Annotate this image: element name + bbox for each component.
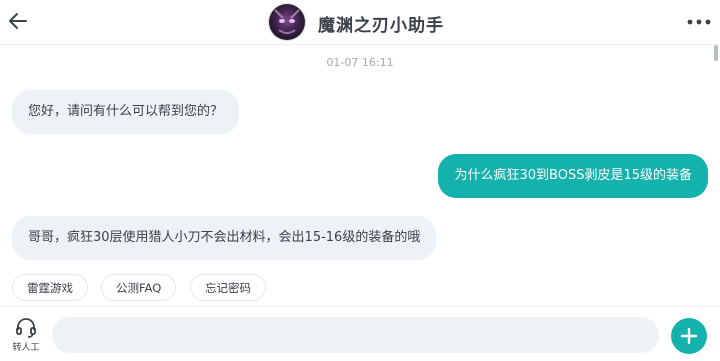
message-input[interactable]	[52, 317, 659, 353]
chat-area[interactable]: 01-07 16:11 您好，请问有什么可以帮到您的？ 为什么疯狂30到BOSS…	[0, 45, 720, 305]
avatar	[269, 4, 305, 40]
quick-reply-chip[interactable]: 雷霆游戏	[12, 274, 88, 301]
user-message: 为什么疯狂30到BOSS剥皮是15级的装备	[438, 154, 708, 198]
page-title: 魔渊之刃小助手	[318, 16, 444, 36]
bot-message: 哥哥，疯狂30层使用猎人小刀不会出材料，会出15-16级的装备的哦	[12, 216, 437, 260]
input-bar: 转人工	[0, 306, 720, 361]
plus-icon	[680, 327, 698, 345]
add-button[interactable]	[671, 318, 707, 354]
bot-message: 您好，请问有什么可以帮到您的？	[12, 90, 240, 134]
headset-icon	[16, 318, 36, 338]
transfer-to-agent-button[interactable]: 转人工	[6, 318, 46, 358]
message-timestamp: 01-07 16:11	[326, 56, 394, 69]
transfer-to-agent-label: 转人工	[12, 343, 40, 353]
arrow-left-icon[interactable]	[6, 9, 30, 33]
quick-reply-chip[interactable]: 公测FAQ	[101, 274, 177, 301]
quick-reply-chip[interactable]: 忘记密码	[190, 274, 266, 301]
more-horizontal-icon[interactable]	[684, 12, 714, 32]
chat-header: 魔渊之刃小助手	[0, 0, 720, 45]
scrollbar[interactable]	[714, 45, 718, 61]
